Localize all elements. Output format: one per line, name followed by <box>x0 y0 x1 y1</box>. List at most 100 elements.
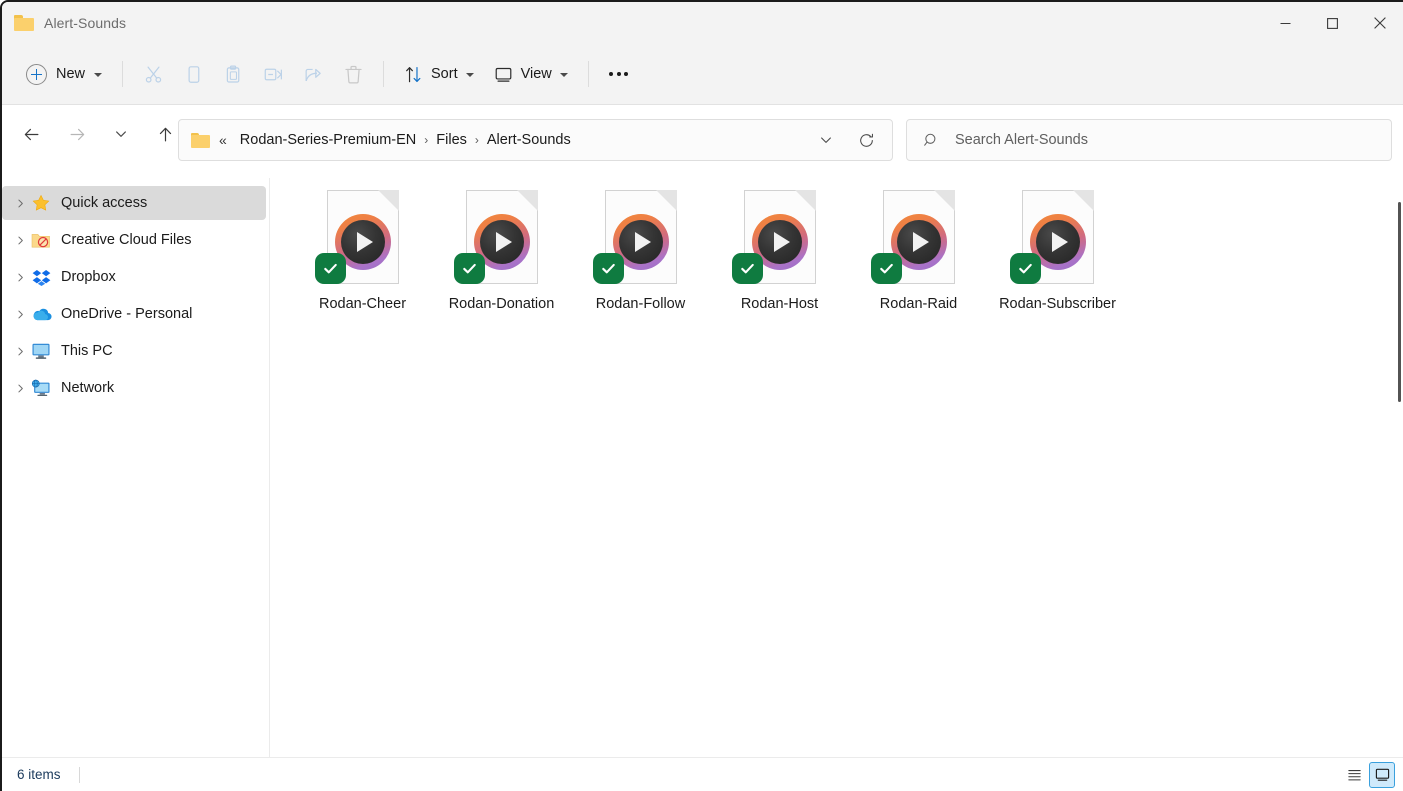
chevron-down-icon <box>94 73 102 77</box>
breadcrumb-item-0[interactable]: Rodan-Series-Premium-EN <box>235 129 421 151</box>
file-name: Rodan-Subscriber <box>995 294 1120 315</box>
new-button[interactable]: New <box>20 57 112 91</box>
title-bar: Alert-Sounds <box>2 2 1403 44</box>
sidebar-item-creative-cloud-files[interactable]: Creative Cloud Files <box>2 223 266 257</box>
file-item[interactable]: Rodan-Follow <box>571 182 710 315</box>
navigation-sidebar: Quick access Creative Cloud Files <box>2 178 270 757</box>
sidebar-item-label: Creative Cloud Files <box>61 232 192 248</box>
media-file-icon <box>732 190 828 290</box>
status-divider <box>79 767 80 783</box>
chevron-right-icon[interactable] <box>10 272 30 283</box>
onedrive-cloud-icon <box>30 304 52 324</box>
media-file-icon <box>871 190 967 290</box>
file-name: Rodan-Donation <box>439 294 564 315</box>
view-button[interactable]: View <box>484 57 578 91</box>
minimize-button[interactable] <box>1262 2 1309 44</box>
list-view-button[interactable] <box>1341 762 1367 788</box>
breadcrumb-item-2[interactable]: Alert-Sounds <box>482 129 576 151</box>
address-bar[interactable]: « Rodan-Series-Premium-EN › Files › Aler… <box>178 119 893 161</box>
sort-arrows-icon <box>404 65 423 84</box>
file-grid: Rodan-Cheer Rodan-Donation <box>271 178 1403 315</box>
media-file-icon <box>1010 190 1106 290</box>
ellipsis-icon <box>624 72 628 76</box>
search-box[interactable]: Search Alert-Sounds <box>906 119 1392 161</box>
close-button[interactable] <box>1356 2 1403 44</box>
toolbar-divider <box>588 61 589 87</box>
breadcrumb-separator: › <box>424 133 428 147</box>
forward-button[interactable] <box>60 117 94 151</box>
file-item[interactable]: Rodan-Raid <box>849 182 988 315</box>
chevron-right-icon[interactable] <box>10 235 30 246</box>
back-button[interactable] <box>14 117 48 151</box>
command-toolbar: New <box>2 44 1403 105</box>
delete-button[interactable] <box>333 55 373 93</box>
sync-status-badge <box>315 253 346 284</box>
toolbar-divider <box>383 61 384 87</box>
paste-button[interactable] <box>213 55 253 93</box>
file-item[interactable]: Rodan-Subscriber <box>988 182 1127 315</box>
chevron-right-icon[interactable] <box>10 346 30 357</box>
view-toggle-group <box>1341 762 1395 788</box>
sidebar-item-this-pc[interactable]: This PC <box>2 334 266 368</box>
monitor-icon <box>494 65 513 84</box>
ellipsis-icon <box>609 72 613 76</box>
chevron-down-icon <box>466 73 474 77</box>
sync-status-badge <box>732 253 763 284</box>
status-bar: 6 items <box>2 757 1403 791</box>
address-dropdown-button[interactable] <box>810 124 842 156</box>
search-icon <box>923 132 940 149</box>
file-name: Rodan-Follow <box>578 294 703 315</box>
plus-circle-icon <box>26 64 47 85</box>
sidebar-item-label: Dropbox <box>61 269 116 285</box>
chevron-down-icon <box>560 73 568 77</box>
breadcrumb-separator: › <box>475 133 479 147</box>
recent-locations-button[interactable] <box>104 117 138 151</box>
breadcrumb: Rodan-Series-Premium-EN › Files › Alert-… <box>235 129 576 151</box>
copy-button[interactable] <box>173 55 213 93</box>
more-options-button[interactable] <box>599 57 639 91</box>
search-input[interactable]: Search Alert-Sounds <box>955 132 1088 148</box>
window-title: Alert-Sounds <box>44 15 126 31</box>
view-button-label: View <box>521 66 552 82</box>
maximize-button[interactable] <box>1309 2 1356 44</box>
file-item[interactable]: Rodan-Donation <box>432 182 571 315</box>
share-button[interactable] <box>293 55 333 93</box>
cut-button[interactable] <box>133 55 173 93</box>
window-controls <box>1262 2 1403 44</box>
sidebar-item-quick-access[interactable]: Quick access <box>2 186 266 220</box>
file-name: Rodan-Raid <box>856 294 981 315</box>
monitor-icon <box>30 341 52 361</box>
file-item[interactable]: Rodan-Host <box>710 182 849 315</box>
up-button[interactable] <box>148 117 182 151</box>
sidebar-item-onedrive-personal[interactable]: OneDrive - Personal <box>2 297 266 331</box>
vertical-scrollbar[interactable] <box>1398 202 1401 402</box>
file-explorer-window: Alert-Sounds New <box>0 0 1403 791</box>
media-file-icon <box>454 190 550 290</box>
sidebar-item-network[interactable]: Network <box>2 371 266 405</box>
creative-cloud-icon <box>30 230 52 250</box>
sync-status-badge <box>454 253 485 284</box>
dropbox-icon <box>30 267 52 287</box>
breadcrumb-item-1[interactable]: Files <box>431 129 472 151</box>
chevron-right-icon[interactable] <box>10 383 30 394</box>
folder-icon <box>14 15 34 31</box>
network-icon <box>30 378 52 398</box>
file-name: Rodan-Host <box>717 294 842 315</box>
folder-icon <box>191 133 210 148</box>
sidebar-item-label: Quick access <box>61 195 147 211</box>
chevron-right-icon[interactable] <box>10 198 30 209</box>
sync-status-badge <box>871 253 902 284</box>
large-icons-view-button[interactable] <box>1369 762 1395 788</box>
sidebar-item-label: This PC <box>61 343 113 359</box>
sort-button[interactable]: Sort <box>394 57 484 91</box>
chevron-right-icon[interactable] <box>10 309 30 320</box>
breadcrumb-overflow[interactable]: « <box>219 132 227 148</box>
media-file-icon <box>593 190 689 290</box>
file-name: Rodan-Cheer <box>300 294 425 315</box>
file-list-area[interactable]: Rodan-Cheer Rodan-Donation <box>271 178 1403 757</box>
sidebar-item-dropbox[interactable]: Dropbox <box>2 260 266 294</box>
file-item[interactable]: Rodan-Cheer <box>293 182 432 315</box>
toolbar-divider <box>122 61 123 87</box>
refresh-button[interactable] <box>850 124 882 156</box>
rename-button[interactable] <box>253 55 293 93</box>
